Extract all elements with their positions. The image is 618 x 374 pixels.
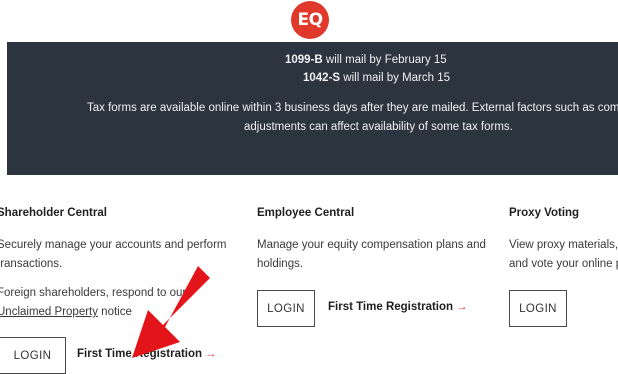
banner-note-line-2: adjustments can affect availability of s… [244,121,513,133]
shareholder-central-title: Shareholder Central [0,207,107,219]
banner-note-line-1: Tax forms are available online within 3 … [87,102,618,114]
unclaimed-property-link[interactable]: Unclaimed Property [0,306,98,318]
tax-forms-banner: 1099-B will mail by February 15 1042-S w… [7,42,618,175]
employee-login-button[interactable]: LOGIN [257,290,315,327]
employee-first-time-registration-link[interactable]: First Time Registration → [328,301,468,313]
red-pointer-arrow-icon [132,266,210,358]
employee-central-title: Employee Central [257,207,355,219]
employee-central-description: Manage your equity compensation plans an… [257,239,486,270]
proxy-voting-title: Proxy Voting [509,207,580,219]
eq-logo[interactable]: EQ [291,1,329,39]
proxy-login-button[interactable]: LOGIN [509,290,567,327]
shareholder-login-button[interactable]: LOGIN [0,337,66,374]
proxy-voting-description: View proxy materials, and vote your onli… [509,239,618,270]
form-1099b-line: 1099-B will mail by February 15 [285,54,447,66]
form-1042s-line: 1042-S will mail by March 15 [303,72,451,84]
arrow-right-icon: → [456,301,468,313]
